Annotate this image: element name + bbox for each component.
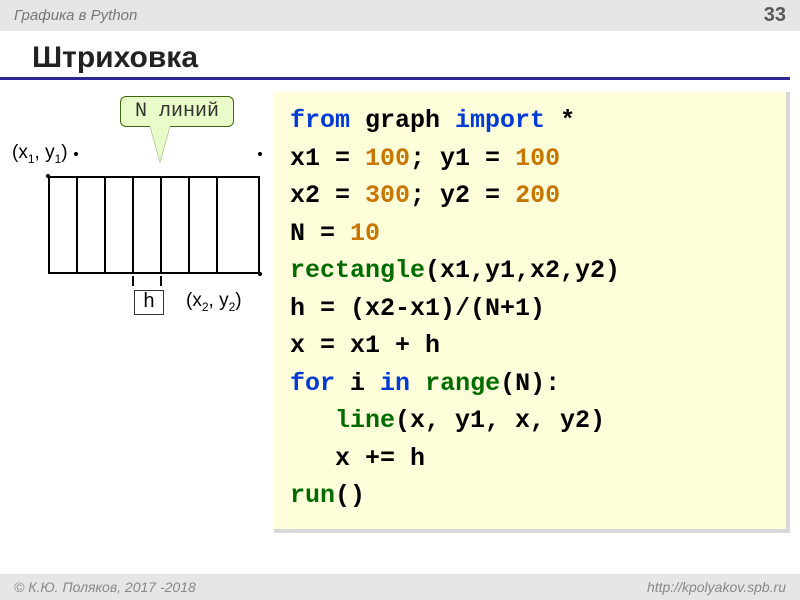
footer: © К.Ю. Поляков, 2017 -2018 http://kpolya…	[0, 574, 800, 600]
hatching-diagram: N линий (x1, y1) h	[10, 92, 270, 352]
callout-n-lines: N линий	[120, 96, 234, 127]
code-block: from graph import * x1 = 100; y1 = 100 x…	[274, 92, 790, 533]
slide-title: Штриховка	[0, 31, 790, 80]
coord-top-left: (x1, y1)	[12, 142, 68, 166]
callout-pointer-icon	[150, 126, 170, 162]
dim-end-dot-icon	[258, 152, 262, 156]
section-label: Графика в Python	[14, 7, 137, 24]
copyright: © К.Ю. Поляков, 2017 -2018	[14, 579, 196, 595]
h-label: h	[134, 290, 164, 315]
dim-end-dot-icon	[74, 152, 78, 156]
topbar: Графика в Python 33	[0, 0, 800, 31]
page-number: 33	[764, 4, 786, 27]
rectangle	[48, 176, 260, 274]
coord-bottom-right: (x2, y2)	[186, 290, 242, 314]
footer-url: http://kpolyakov.spb.ru	[647, 579, 786, 595]
